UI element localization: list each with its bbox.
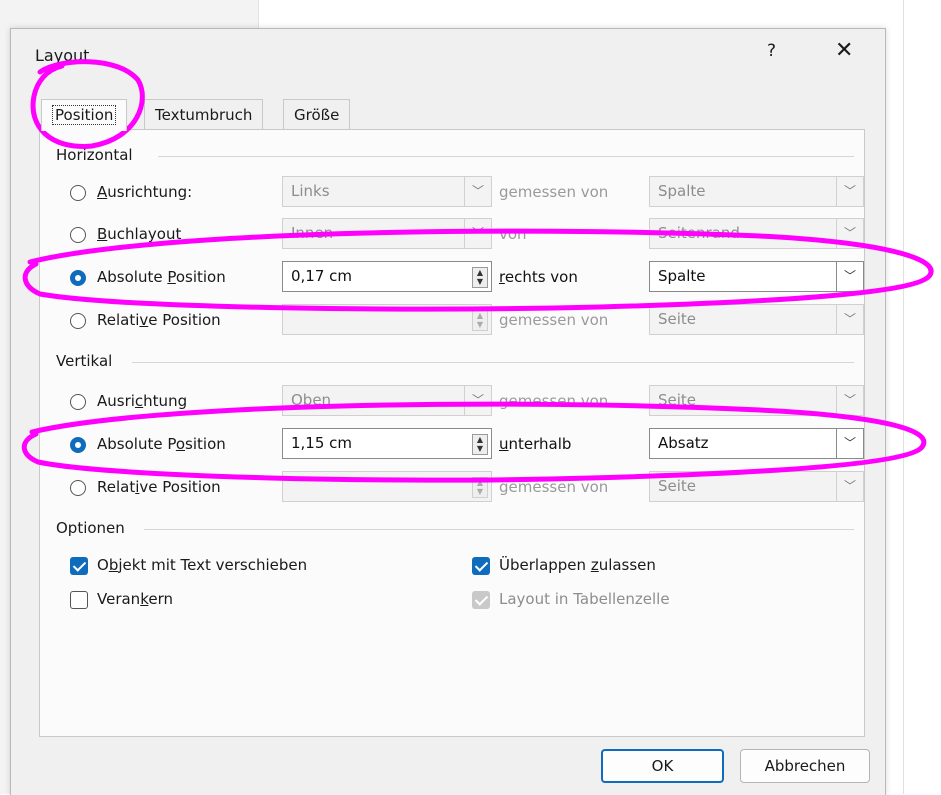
section-horizontal-title: Horizontal	[56, 146, 133, 164]
spinner-arrows-icon: ▲ ▼	[472, 310, 488, 331]
tab-textumbruch[interactable]: Textumbruch	[144, 99, 264, 130]
label-horizontal-relative: Relative Position	[97, 311, 221, 329]
horizontal-absolute-input[interactable]: 0,17 cm ▲ ▼	[282, 261, 492, 292]
radio-vertical-absolute[interactable]	[70, 437, 86, 453]
chevron-down-icon: ﹀	[836, 177, 863, 206]
label-horizontal-alignment: Ausrichtung:	[97, 183, 193, 201]
chevron-down-icon: ﹀	[836, 305, 863, 334]
label-vertical-relative: Relative Position	[97, 478, 221, 496]
horizontal-relative-ref-select[interactable]: Seite ﹀	[649, 304, 864, 335]
radio-book-layout[interactable]	[70, 227, 86, 243]
tab-position-label: Position	[52, 105, 117, 125]
section-divider	[132, 362, 854, 363]
label-allow-overlap: Überlappen zulassen	[499, 556, 656, 574]
vertical-alignment-select[interactable]: Oben ﹀	[282, 385, 492, 416]
label-layout-in-table-cell: Layout in Tabellenzelle	[499, 590, 670, 608]
horizontal-alignment-ref-select[interactable]: Spalte ﹀	[649, 176, 864, 207]
background-divider	[903, 0, 904, 794]
horizontal-alignment-select[interactable]: Links ﹀	[282, 176, 492, 207]
tab-panel-position: Horizontal Ausrichtung: Links ﹀ gemessen …	[39, 129, 865, 737]
help-button[interactable]: ?	[767, 41, 776, 61]
radio-vertical-alignment[interactable]	[70, 394, 86, 410]
vertical-alignment-measured-label: gemessen von	[499, 392, 609, 410]
horizontal-absolute-ref-select[interactable]: Spalte ﹀	[649, 261, 864, 292]
label-vertical-alignment: Ausrichtung	[97, 392, 188, 410]
dialog-title: Layout	[35, 46, 90, 65]
label-vertical-absolute: Absolute Position	[97, 435, 226, 453]
section-options-title: Optionen	[56, 519, 125, 537]
label-move-with-text: Objekt mit Text verschieben	[97, 556, 308, 574]
vertical-alignment-ref-select[interactable]: Seite ﹀	[649, 385, 864, 416]
checkbox-allow-overlap[interactable]	[472, 557, 490, 575]
vertical-absolute-input[interactable]: 1,15 cm ▲ ▼	[282, 428, 492, 459]
vertical-relative-measured-label: gemessen von	[499, 478, 609, 496]
horizontal-absolute-right-of-label: rechts von	[499, 268, 578, 286]
checkbox-layout-in-table-cell	[472, 591, 490, 609]
chevron-down-icon: ﹀	[836, 219, 863, 248]
section-divider	[158, 156, 854, 157]
chevron-down-icon: ﹀	[464, 177, 491, 206]
radio-horizontal-relative[interactable]	[70, 313, 86, 329]
chevron-down-icon: ﹀	[464, 386, 491, 415]
label-horizontal-absolute: Absolute Position	[97, 268, 226, 286]
vertical-relative-ref-select[interactable]: Seite ﹀	[649, 471, 864, 502]
book-layout-select[interactable]: Innen ﹀	[282, 218, 492, 249]
chevron-down-icon: ﹀	[464, 219, 491, 248]
vertical-relative-input[interactable]: ▲ ▼	[282, 471, 492, 502]
horizontal-relative-measured-label: gemessen von	[499, 311, 609, 329]
radio-horizontal-alignment[interactable]	[70, 185, 86, 201]
book-layout-of-label: von	[499, 225, 527, 243]
chevron-down-icon: ﹀	[836, 472, 863, 501]
close-icon[interactable]: ✕	[835, 38, 853, 63]
section-divider	[144, 529, 854, 530]
horizontal-alignment-measured-label: gemessen von	[499, 183, 609, 201]
layout-dialog: Layout ? ✕ Position Textumbruch Größe Ho…	[10, 28, 886, 795]
chevron-down-icon: ﹀	[836, 262, 863, 291]
book-layout-ref-select[interactable]: Seitenrand ﹀	[649, 218, 864, 249]
chevron-down-icon: ﹀	[836, 429, 863, 458]
horizontal-relative-input[interactable]: ▲ ▼	[282, 304, 492, 335]
radio-horizontal-absolute[interactable]	[70, 270, 86, 286]
spinner-arrows-icon[interactable]: ▲ ▼	[472, 267, 488, 288]
section-vertical-title: Vertikal	[56, 352, 113, 370]
spinner-arrows-icon[interactable]: ▲ ▼	[472, 434, 488, 455]
checkbox-move-with-text[interactable]	[70, 557, 88, 575]
checkbox-anchor[interactable]	[70, 591, 88, 609]
tab-groesse[interactable]: Größe	[283, 99, 351, 130]
radio-vertical-relative[interactable]	[70, 480, 86, 496]
cancel-button[interactable]: Abbrechen	[740, 749, 870, 783]
vertical-absolute-below-label: unterhalb	[499, 435, 572, 453]
vertical-absolute-ref-select[interactable]: Absatz ﹀	[649, 428, 864, 459]
chevron-down-icon: ﹀	[836, 386, 863, 415]
ok-button[interactable]: OK	[601, 749, 724, 783]
tab-position[interactable]: Position	[41, 99, 128, 131]
spinner-arrows-icon: ▲ ▼	[472, 477, 488, 498]
label-book-layout: Buchlayout	[97, 225, 182, 243]
label-anchor: Verankern	[97, 590, 173, 608]
